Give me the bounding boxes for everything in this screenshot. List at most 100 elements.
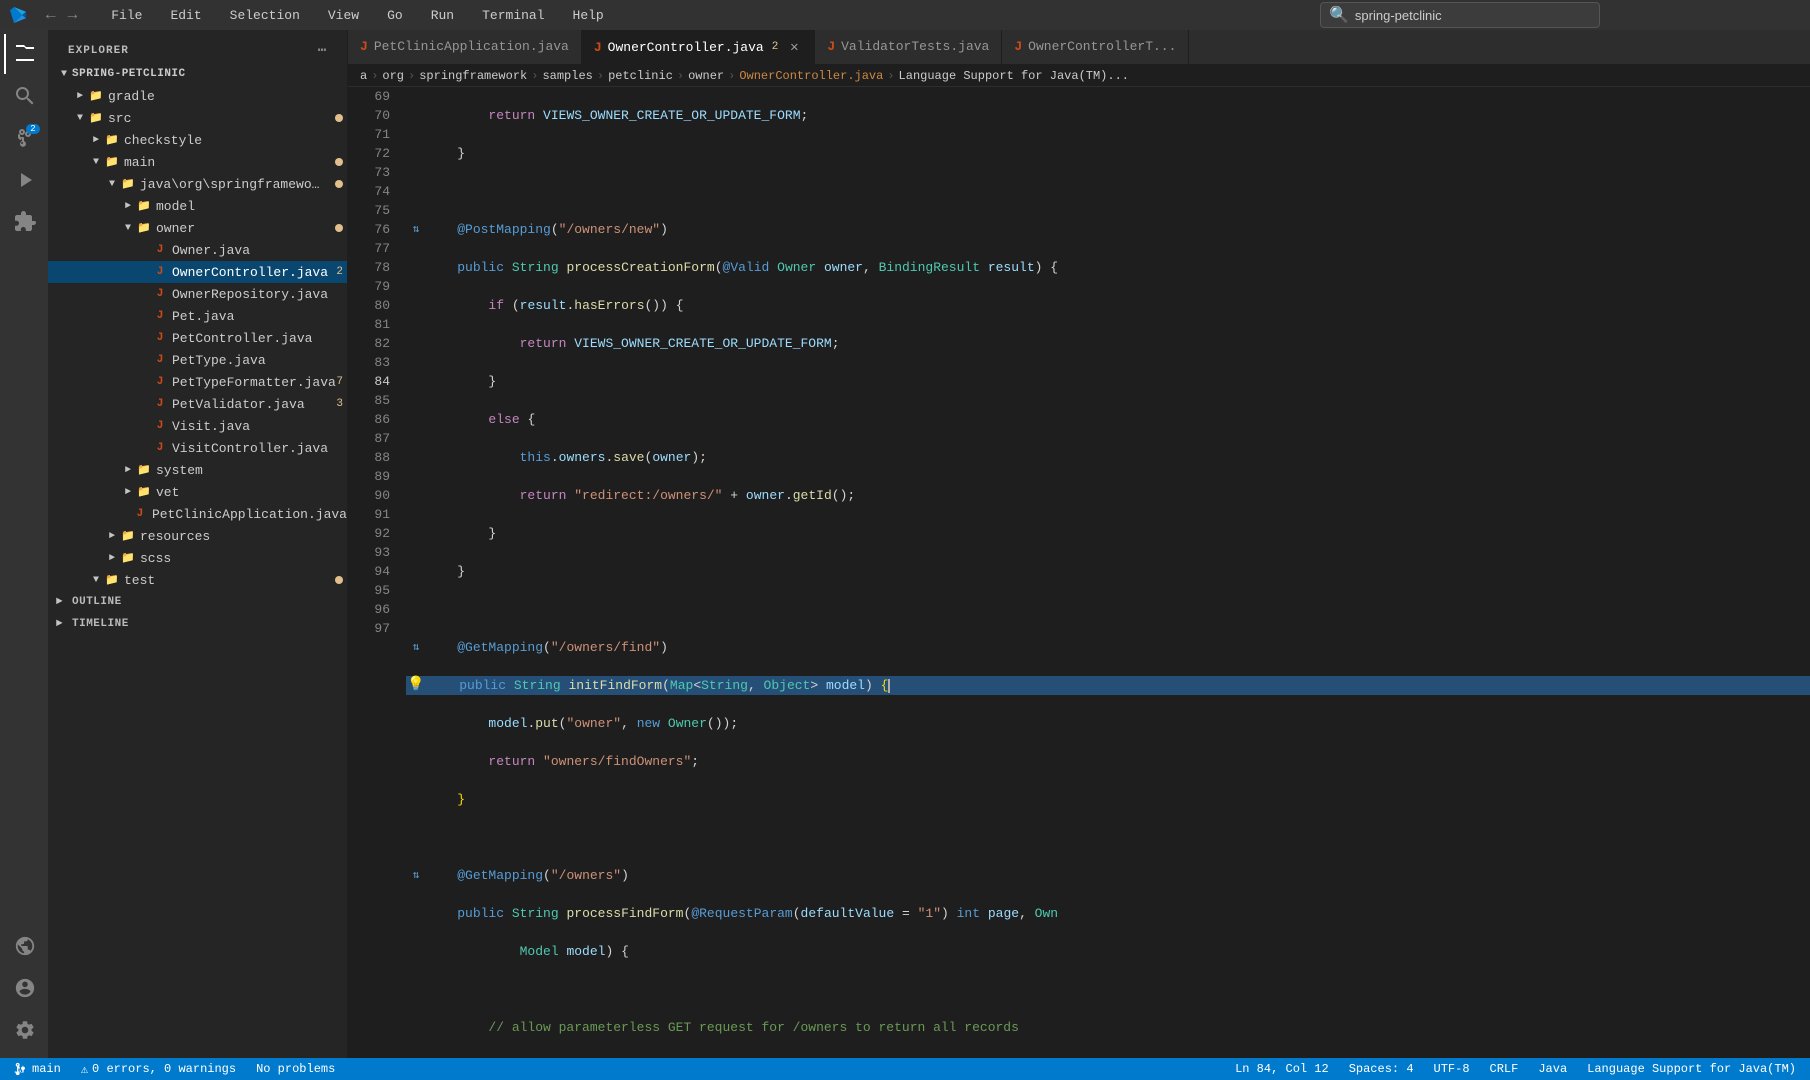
menu-help[interactable]: Help [567, 6, 610, 25]
tab-ownercontrollerT[interactable]: J OwnerControllerT... [1002, 30, 1189, 64]
modified-indicator [335, 224, 343, 232]
tree-item-model[interactable]: ► 📁 model [48, 195, 347, 217]
tree-item-label: model [156, 199, 195, 214]
global-search-bar[interactable]: 🔍 [1320, 2, 1600, 28]
bc-org[interactable]: org [382, 69, 404, 83]
status-position[interactable]: Ln 84, Col 12 [1231, 1062, 1333, 1076]
tree-item-Visit.java[interactable]: J Visit.java [48, 415, 347, 437]
activity-remote[interactable] [4, 926, 44, 966]
status-language[interactable]: Java [1534, 1062, 1571, 1076]
activity-settings[interactable] [4, 1010, 44, 1050]
tree-item-label: PetValidator.java [172, 397, 305, 412]
code-line-76: } [406, 372, 1810, 391]
folder-icon: 📁 [88, 88, 104, 104]
search-input[interactable] [1355, 8, 1591, 23]
code-line-88 [406, 828, 1810, 847]
menu-go[interactable]: Go [381, 6, 409, 25]
sidebar-menu-button[interactable]: ⋯ [318, 42, 327, 59]
tree-item-system[interactable]: ► 📁 system [48, 459, 347, 481]
tree-item-resources[interactable]: ► 📁 resources [48, 525, 347, 547]
status-branch[interactable]: main [10, 1062, 65, 1076]
menu-selection[interactable]: Selection [224, 6, 306, 25]
eol-label: CRLF [1490, 1062, 1519, 1076]
tree-item-label: Owner.java [172, 243, 250, 258]
tree-item-PetClinicApplication.java[interactable]: J PetClinicApplication.java [48, 503, 347, 525]
tree-item-Pet.java[interactable]: J Pet.java [48, 305, 347, 327]
status-encoding[interactable]: UTF-8 [1430, 1062, 1474, 1076]
tree-item-PetType.java[interactable]: J PetType.java [48, 349, 347, 371]
bc-samples[interactable]: samples [542, 69, 592, 83]
menu-file[interactable]: File [105, 6, 148, 25]
tree-item-VisitController.java[interactable]: J VisitController.java [48, 437, 347, 459]
lightbulb-icon[interactable]: 💡 [406, 676, 426, 695]
tree-item-OwnerRepository.java[interactable]: J OwnerRepository.java [48, 283, 347, 305]
error-badge: 2 [336, 266, 343, 278]
status-eol[interactable]: CRLF [1486, 1062, 1523, 1076]
bc-file[interactable]: OwnerController.java [739, 69, 883, 83]
folder-icon: 📁 [136, 220, 152, 236]
bc-lang-support[interactable]: Language Support for Java(TM)... [899, 69, 1129, 83]
spacer [136, 418, 152, 434]
tree-item-label: owner [156, 221, 195, 236]
menu-run[interactable]: Run [425, 6, 460, 25]
tree-item-java[interactable]: ▼ 📁 java\org\springframework\samples\pe.… [48, 173, 347, 195]
bc-owner[interactable]: owner [688, 69, 724, 83]
outline-section[interactable]: ► OUTLINE [48, 591, 347, 613]
tab-validatortests[interactable]: J ValidatorTests.java [815, 30, 1002, 64]
code-content[interactable]: return VIEWS_OWNER_CREATE_OR_UPDATE_FORM… [398, 87, 1810, 1058]
bc-springframework[interactable]: springframework [419, 69, 527, 83]
folder-arrow-icon: ► [88, 132, 104, 148]
tree-item-scss[interactable]: ► 📁 scss [48, 547, 347, 569]
code-line-91: Model model) { [406, 942, 1810, 961]
tree-item-main[interactable]: ▼ 📁 main [48, 151, 347, 173]
tree-item-Owner.java[interactable]: J Owner.java [48, 239, 347, 261]
activity-git[interactable]: 2 [4, 118, 44, 158]
tab-modified-number: 2 [770, 41, 781, 53]
status-problems[interactable]: No problems [252, 1062, 339, 1076]
modified-indicator [335, 180, 343, 188]
tree-item-owner[interactable]: ▼ 📁 owner [48, 217, 347, 239]
java-file-icon: J [152, 440, 168, 456]
back-button[interactable]: ← [42, 4, 60, 26]
forward-button[interactable]: → [64, 4, 82, 26]
tree-item-PetController.java[interactable]: J PetController.java [48, 327, 347, 349]
tree-item-label: checkstyle [124, 133, 202, 148]
tree-item-label: Pet.java [172, 309, 234, 324]
tab-close-button[interactable]: ✕ [786, 39, 802, 55]
code-line-80: } [406, 524, 1810, 543]
timeline-section[interactable]: ► TIMELINE [48, 613, 347, 635]
tree-item-vet[interactable]: ► 📁 vet [48, 481, 347, 503]
activity-search[interactable] [4, 76, 44, 116]
bc-a[interactable]: a [360, 69, 367, 83]
code-line-70: } [406, 144, 1810, 163]
tab-ownercontroller[interactable]: J OwnerController.java 2 ✕ [582, 30, 815, 64]
tree-item-test[interactable]: ▼ 📁 test [48, 569, 347, 591]
tree-item-PetValidator.java[interactable]: J PetValidator.java 3 [48, 393, 347, 415]
tab-petclinic[interactable]: J PetClinicApplication.java [348, 30, 582, 64]
folder-icon: 📁 [104, 132, 120, 148]
activity-accounts[interactable] [4, 968, 44, 1008]
tree-item-label: PetTypeFormatter.java [172, 375, 336, 390]
nav-arrows: ← → [42, 4, 81, 26]
error-badge: 3 [336, 398, 343, 410]
menu-edit[interactable]: Edit [164, 6, 207, 25]
tree-project-root[interactable]: ▼ SPRING-PETCLINIC [48, 63, 347, 85]
tree-item-src[interactable]: ▼ 📁 src [48, 107, 347, 129]
menu-view[interactable]: View [322, 6, 365, 25]
folder-arrow-icon: ► [120, 462, 136, 478]
status-indent[interactable]: Spaces: 4 [1345, 1062, 1418, 1076]
tree-item-PetTypeFormatter.java[interactable]: J PetTypeFormatter.java 7 [48, 371, 347, 393]
folder-icon: 📁 [104, 572, 120, 588]
bc-petclinic[interactable]: petclinic [608, 69, 673, 83]
tree-item-checkstyle[interactable]: ► 📁 checkstyle [48, 129, 347, 151]
sidebar-title: EXPLORER [68, 45, 129, 57]
status-lang-support[interactable]: Language Support for Java(TM) [1583, 1062, 1800, 1076]
menu-terminal[interactable]: Terminal [476, 6, 550, 25]
activity-explorer[interactable] [4, 34, 44, 74]
tree-item-gradle[interactable]: ► 📁 gradle [48, 85, 347, 107]
status-errors[interactable]: ⚠ 0 errors, 0 warnings [77, 1062, 240, 1077]
activity-debug[interactable] [4, 160, 44, 200]
tree-item-OwnerController.java[interactable]: J OwnerController.java 2 [48, 261, 347, 283]
activity-extensions[interactable] [4, 202, 44, 242]
code-editor[interactable]: 69 70 71 72 73 74 75 76 77 78 79 80 81 8… [348, 87, 1810, 1058]
